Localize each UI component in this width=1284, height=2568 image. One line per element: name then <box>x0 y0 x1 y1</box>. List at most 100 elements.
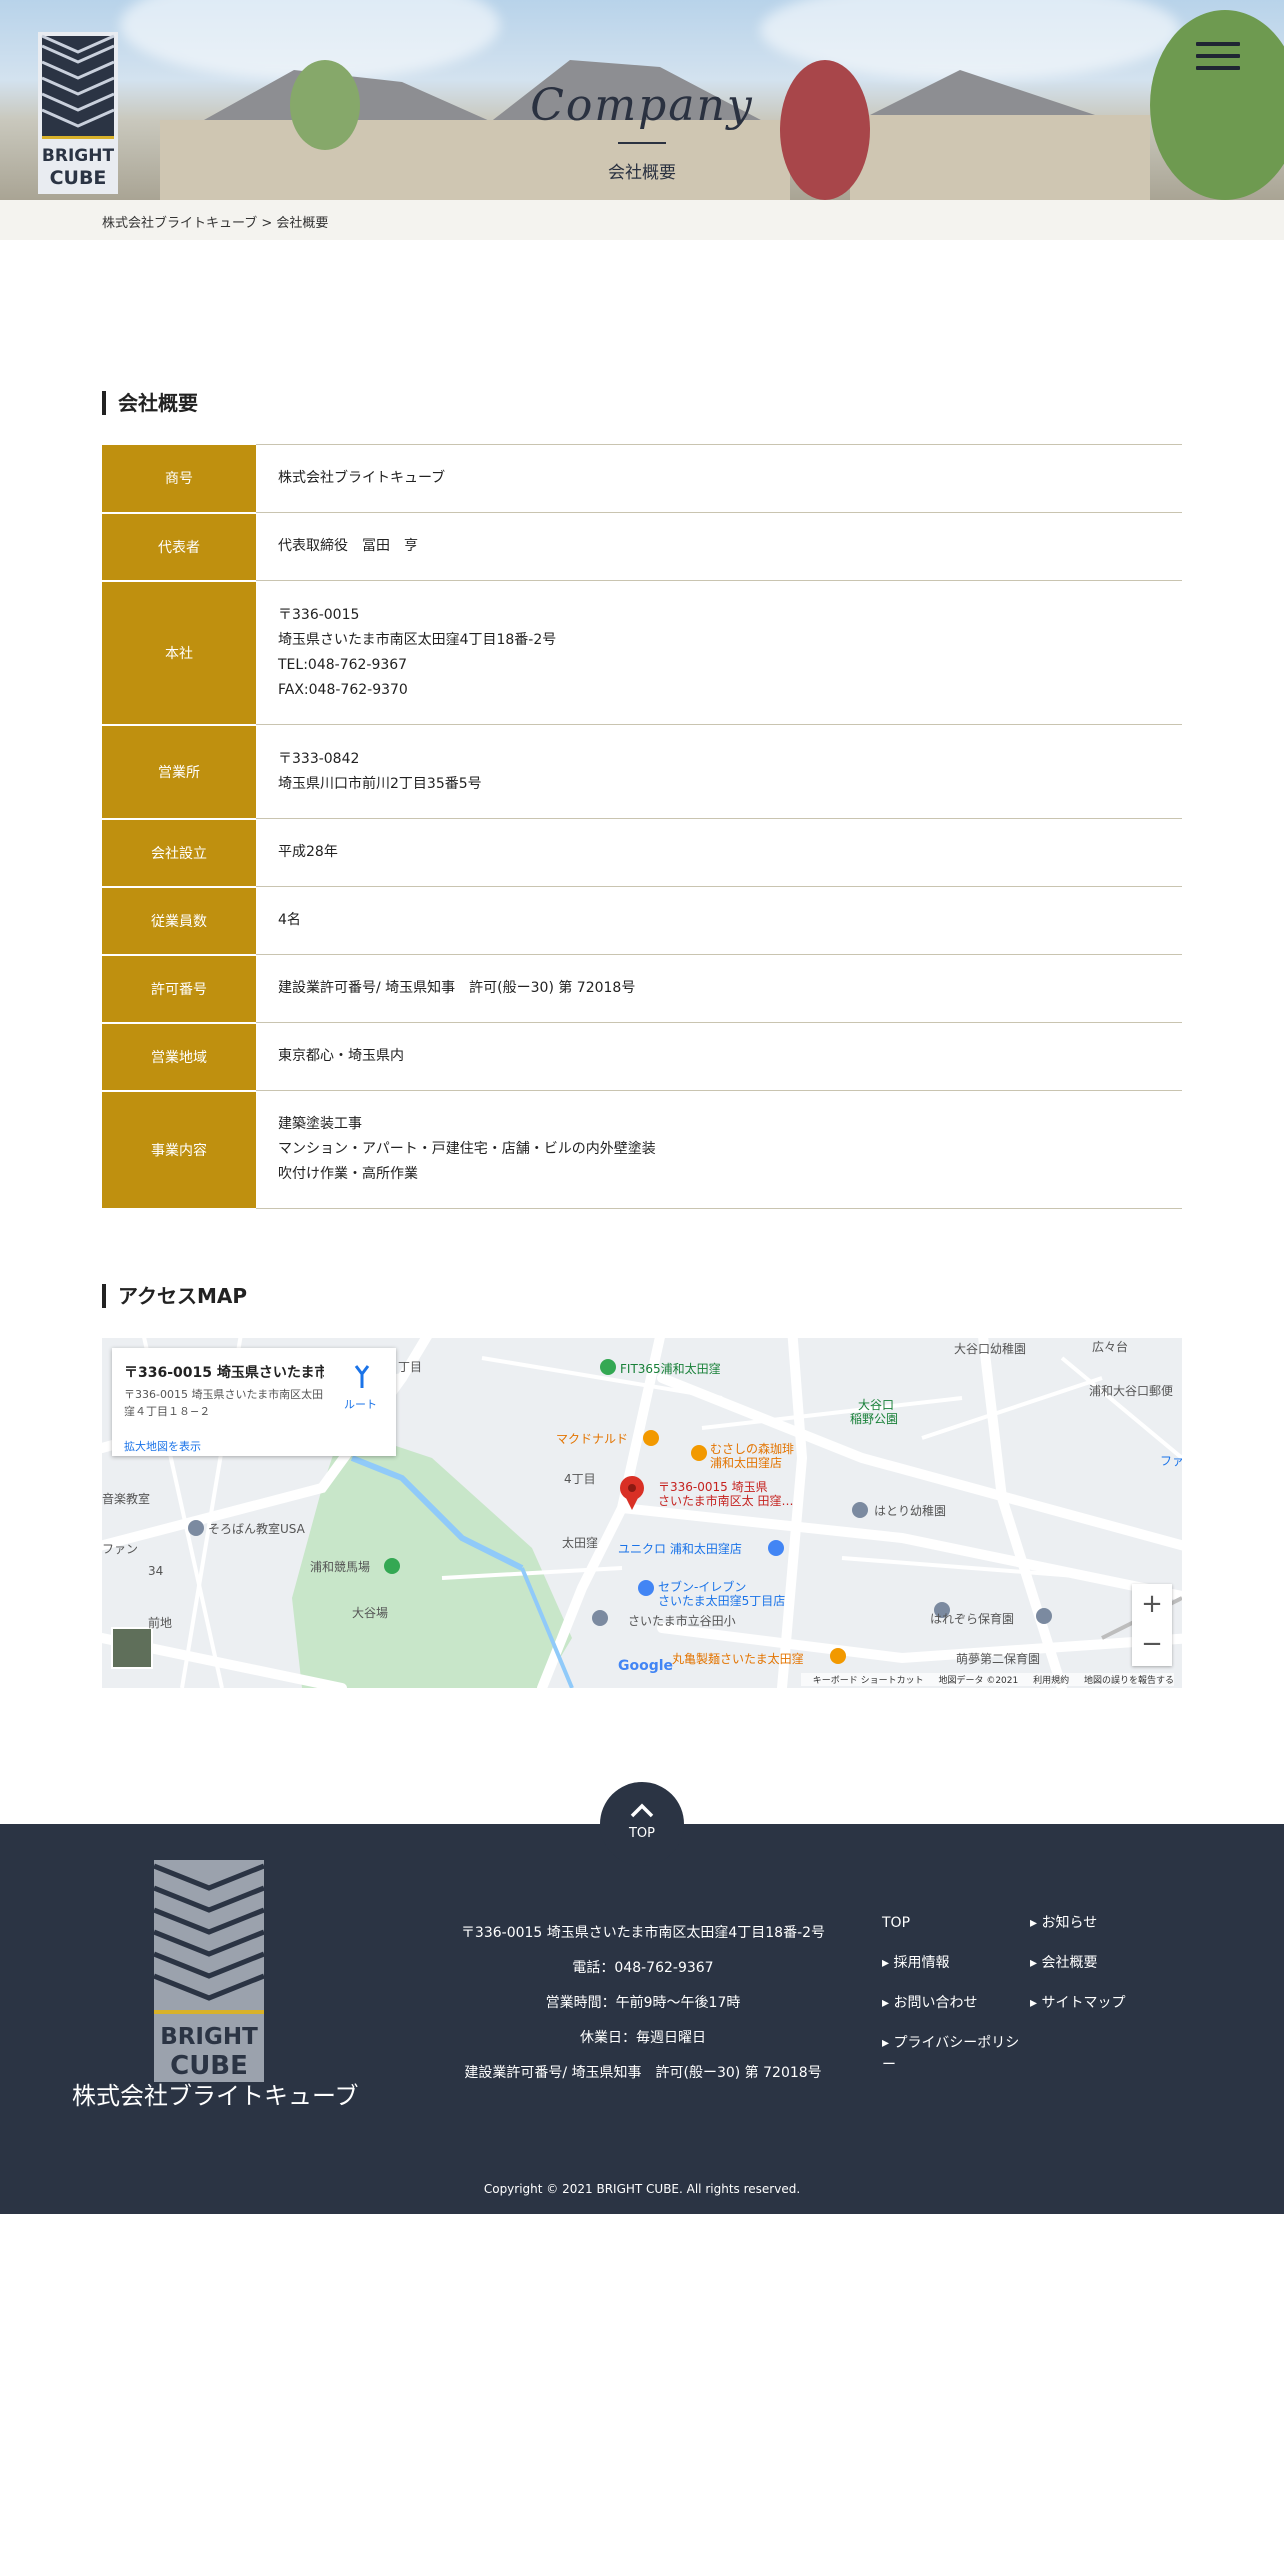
map-label: はれぞら保育園 <box>930 1612 1015 1626</box>
map-label: ユニクロ 浦和太田窪店 <box>618 1542 742 1556</box>
zoom-out-button[interactable]: − <box>1132 1624 1172 1664</box>
directions-icon[interactable] <box>352 1362 372 1388</box>
map-label: 大谷口幼稚園 <box>954 1342 1027 1356</box>
map-data-text: 地図データ ©2021 <box>938 1676 1019 1686</box>
info-row-value: 代表取締役 冨田 亨 <box>256 512 1182 581</box>
map-label: 萌夢第二保育園 <box>956 1652 1041 1666</box>
info-row-line: 平成28年 <box>278 844 338 860</box>
map-label: 前地 <box>148 1616 173 1630</box>
info-row-line: 建築塗装工事 <box>278 1116 362 1132</box>
map-label: そろばん教室USA <box>208 1522 305 1536</box>
map-label: 音楽教室 <box>102 1492 151 1506</box>
info-row: 許可番号 建設業許可番号/ 埼玉県知事 許可(般ー30) 第 72018号 <box>102 954 1182 1024</box>
zoom-in-button[interactable]: + <box>1132 1584 1172 1624</box>
copyright: Copyright © 2021 BRIGHT CUBE. All rights… <box>483 2182 801 2196</box>
company-info-table: 商号 株式会社ブライトキューブ代表者 代表取締役 冨田 亨本社 〒336-0015 埼玉… <box>102 444 1182 1210</box>
info-row-line: FAX:048-762-9370 <box>278 681 408 698</box>
overview-heading: 会社概要 <box>102 391 198 415</box>
footer-nav-privacy[interactable]: ▸ プライバシーポリシー <box>882 2032 1022 2076</box>
info-row-line: 〒333-0842 <box>278 750 360 767</box>
map-label: 浦和大谷口郵便 <box>1089 1384 1174 1398</box>
terms-link[interactable]: 利用規約 <box>1033 1676 1069 1686</box>
footer-info: 〒336-0015 埼玉県さいたま市南区太田窪4丁目18番-2号 電話：048-… <box>440 1916 846 2091</box>
bright-cube-logo[interactable]: BRIGHT CUBE <box>38 32 118 194</box>
info-row: 代表者 代表取締役 冨田 亨 <box>102 512 1182 582</box>
footer-nav-top[interactable]: TOP <box>882 1912 910 1934</box>
map-label: さいたま太田窪5丁目店 <box>658 1594 786 1608</box>
report-error-link[interactable]: 地図の誤りを報告する <box>1084 1676 1174 1686</box>
info-row: 従業員数 4名 <box>102 886 1182 956</box>
map-label: ファ <box>1160 1454 1182 1468</box>
info-row-value: 〒336-0015 埼玉県さいたま市南区太田窪4丁目18番-2号 TEL:048-7… <box>256 580 1182 725</box>
map-label: 丁目 <box>398 1360 423 1374</box>
info-row-label: 本社 <box>102 580 256 726</box>
google-map[interactable]: FIT365浦和太田窪 マクドナルド むさしの森珈琲 浦和太田窪店 〒336-0… <box>102 1338 1182 1688</box>
info-row-line: 埼玉県さいたま市南区太田窪4丁目18番-2号 <box>278 631 557 648</box>
info-row-line: 吹付け作業・高所作業 <box>278 1166 418 1182</box>
footer-logo-text-top: BRIGHT <box>160 2024 258 2050</box>
google-logo: Google <box>618 1658 674 1674</box>
zoom-control: + − <box>1132 1584 1172 1666</box>
info-row-value: 株式会社ブライトキューブ <box>256 444 1182 513</box>
footer-license: 建設業許可番号/ 埼玉県知事 許可(般ー30) 第 72018号 <box>464 2065 822 2081</box>
footer-nav-news[interactable]: ▸ お知らせ <box>1030 1912 1097 1934</box>
hero-banner: Company 会社概要 BRIGHT CUBE <box>0 0 1284 200</box>
footer-nav-recruit[interactable]: ▸ 採用情報 <box>882 1952 949 1974</box>
map-label: さいたま市南区太 田窪… <box>658 1494 794 1508</box>
map-label: 大谷場 <box>352 1606 389 1620</box>
map-label: FIT365浦和太田窪 <box>620 1362 721 1376</box>
info-row: 事業内容 建築塗装工事 マンション・アパート・戸建住宅・店舗・ビルの内外壁塗装 吹付け… <box>102 1090 1182 1210</box>
info-row-label: 営業地域 <box>102 1022 256 1092</box>
breadcrumb-home-link[interactable]: 株式会社ブライトキューブ <box>102 216 257 231</box>
info-row-label: 営業所 <box>102 724 256 820</box>
keyboard-shortcuts-link[interactable]: キーボード ショートカット <box>813 1676 924 1686</box>
info-row-label: 会社設立 <box>102 818 256 888</box>
page-title: Company <box>530 80 754 131</box>
map-label: 34 <box>148 1564 164 1578</box>
title-divider <box>618 142 666 144</box>
info-row-value: 建設業許可番号/ 埼玉県知事 許可(般ー30) 第 72018号 <box>256 954 1182 1023</box>
footer-nav-contact[interactable]: ▸ お問い合わせ <box>882 1992 977 2014</box>
map-card-address: 〒336-0015 埼玉県さいたま市南区太田窪４丁目１８−２ <box>124 1388 324 1418</box>
info-row-label: 許可番号 <box>102 954 256 1024</box>
info-row-label: 代表者 <box>102 512 256 582</box>
info-row-line: 東京都心・埼玉県内 <box>278 1048 404 1064</box>
info-row-value: 東京都心・埼玉県内 <box>256 1022 1182 1091</box>
info-row-label: 商号 <box>102 444 256 514</box>
route-link[interactable]: ルート <box>344 1396 377 1412</box>
map-label: マクドナルド <box>556 1432 629 1446</box>
footer-company-name: 株式会社ブライトキューブ <box>72 2082 359 2110</box>
map-card-title: 〒336-0015 埼玉県さいたま市... <box>124 1365 324 1381</box>
info-row-value: 建築塗装工事 マンション・アパート・戸建住宅・店舗・ビルの内外壁塗装 吹付け作業・高… <box>256 1090 1182 1209</box>
info-row-line: 建設業許可番号/ 埼玉県知事 許可(般ー30) 第 72018号 <box>278 980 636 996</box>
info-row-line: 株式会社ブライトキューブ <box>278 470 446 486</box>
info-row-line: 代表取締役 冨田 亨 <box>278 538 418 554</box>
larger-map-link[interactable]: 拡大地図を表示 <box>124 1438 201 1454</box>
info-row: 会社設立 平成28年 <box>102 818 1182 888</box>
breadcrumb-separator: > <box>261 216 273 231</box>
info-row-line: 4名 <box>278 912 301 928</box>
map-label: はとり幼稚園 <box>874 1504 947 1518</box>
map-label: 丸亀製麺さいたま太田窪 <box>672 1652 804 1666</box>
info-row: 商号 株式会社ブライトキューブ <box>102 444 1182 514</box>
footer-holiday: 休業日：毎週日曜日 <box>580 2030 706 2046</box>
logo-text-top: BRIGHT <box>42 146 115 166</box>
footer-nav-sitemap[interactable]: ▸ サイトマップ <box>1030 1992 1125 2014</box>
info-row-line: TEL:048-762-9367 <box>278 656 408 673</box>
info-row-value: 〒333-0842 埼玉県川口市前川2丁目35番5号 <box>256 724 1182 819</box>
logo-text-bottom: CUBE <box>50 167 107 189</box>
info-row-line: 埼玉県川口市前川2丁目35番5号 <box>278 775 482 792</box>
map-info-card: 〒336-0015 埼玉県さいたま市... 〒336-0015 埼玉県さいたま市… <box>112 1348 396 1456</box>
map-label: 4丁目 <box>564 1472 596 1486</box>
hamburger-menu-icon[interactable] <box>1196 42 1240 76</box>
footer-logo[interactable]: BRIGHT CUBE <box>153 1860 265 2082</box>
footer-nav-company[interactable]: ▸ 会社概要 <box>1030 1952 1097 1974</box>
info-row-line: 〒336-0015 <box>278 606 360 623</box>
back-to-top-button[interactable]: TOP <box>600 1782 684 1866</box>
info-row-label: 従業員数 <box>102 886 256 956</box>
map-label: 浦和競馬場 <box>310 1560 371 1574</box>
map-label: 広々台 <box>1092 1340 1129 1354</box>
info-row-value: 平成28年 <box>256 818 1182 887</box>
footer-hours: 営業時間：午前9時～午後17時 <box>545 1995 741 2011</box>
access-heading: アクセスMAP <box>102 1284 247 1308</box>
